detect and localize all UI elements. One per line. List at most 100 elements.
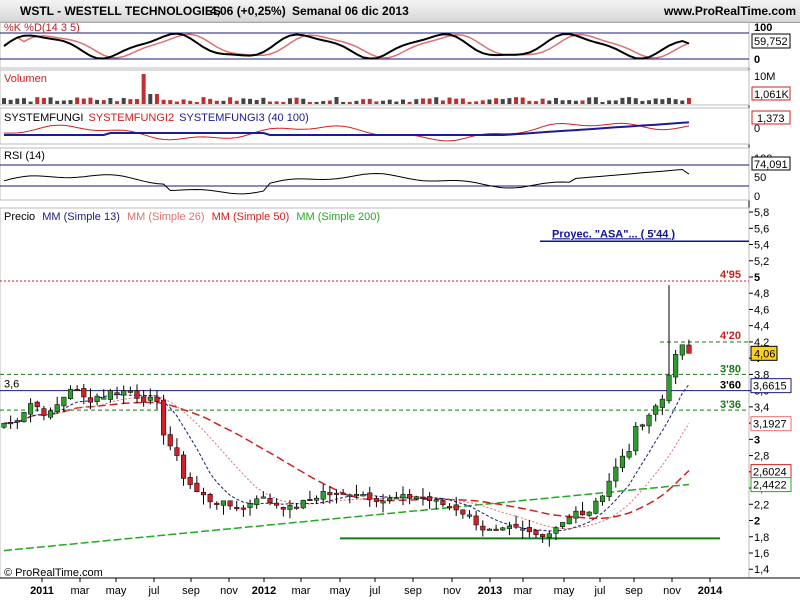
volume-bar	[660, 99, 665, 104]
candle-body	[546, 533, 552, 538]
x-tick-label: mar	[71, 585, 90, 597]
y-tick-label: 5,4	[754, 240, 769, 252]
ma13-line	[3, 383, 690, 532]
candle-body	[340, 492, 346, 495]
legend-mm50: MM (Simple 50)	[212, 211, 290, 223]
volume-bar	[454, 98, 459, 104]
candle-body	[400, 494, 406, 499]
candle-body	[127, 390, 133, 393]
candle-body	[679, 344, 685, 356]
volume-bar	[55, 100, 60, 104]
volume-bar	[593, 97, 598, 104]
y-tick-label: 5,2	[754, 256, 769, 268]
volume-bar	[573, 100, 578, 104]
y-tick-label: 3	[754, 434, 760, 446]
x-tick-label: 2011	[30, 585, 54, 597]
volume-bar	[2, 98, 6, 104]
candle-body	[613, 466, 619, 482]
candle-body	[220, 500, 226, 506]
candle-body	[466, 514, 473, 517]
volume-bar	[241, 98, 246, 104]
volume-bar	[480, 100, 485, 104]
volume-bar	[347, 101, 352, 104]
candle-body	[74, 388, 80, 391]
volume-bar	[460, 98, 465, 104]
volume-bar	[374, 101, 379, 104]
candle-body	[573, 510, 579, 519]
volume-bar	[174, 101, 179, 104]
candle-body	[1, 422, 7, 428]
candle-body	[407, 494, 413, 499]
candle-body	[287, 505, 293, 510]
rsi-level-0: 0	[754, 191, 760, 203]
x-tick-label: 2012	[252, 585, 276, 597]
x-tick-label: may	[554, 585, 575, 597]
candle-body	[94, 395, 100, 402]
legend-mm13: MM (Simple 13)	[42, 211, 120, 223]
volume-bar	[354, 100, 359, 104]
volume-bar	[48, 97, 53, 104]
volume-bar	[201, 97, 206, 104]
volume-bar	[447, 97, 452, 104]
stochastic-panel: %K %D(14 3 5) 100 0 59,752	[0, 21, 791, 69]
volume-bar	[248, 98, 253, 104]
rsi-label: RSI (14)	[4, 150, 45, 162]
candle-body	[21, 412, 27, 423]
candle-body	[353, 493, 359, 497]
volume-bar	[600, 101, 605, 104]
volume-bar	[268, 101, 272, 104]
candle-body	[593, 500, 599, 514]
y-tick-label: 1,6	[754, 548, 769, 560]
x-tick-label: nov	[663, 585, 681, 597]
systemfungi-label: SYSTEMFUNGI SYSTEMFUNGI2 SYSTEMFUNGI3 (4…	[4, 112, 309, 124]
volume-bar	[68, 100, 73, 104]
y-tick-label: 1,8	[754, 532, 769, 544]
volume-bar	[553, 98, 558, 104]
volume-bar	[367, 98, 372, 104]
candle-body	[8, 422, 14, 425]
volume-bar	[686, 97, 691, 104]
level-420-label: 4'20	[720, 330, 741, 342]
x-tick-label: may	[106, 585, 127, 597]
ma50-line	[3, 401, 690, 520]
stoch-level-100: 100	[754, 22, 772, 34]
volume-bars	[2, 74, 691, 104]
volume-label: Volumen	[4, 73, 47, 85]
volume-bar	[474, 101, 479, 104]
volume-bar	[121, 98, 126, 104]
candle-body	[121, 390, 127, 396]
volume-bar	[234, 100, 239, 104]
volume-bar	[281, 101, 286, 104]
candle-body	[659, 398, 665, 408]
candle-body	[194, 482, 200, 492]
volume-bar	[8, 99, 13, 104]
volume-bar	[168, 100, 173, 104]
candle-body	[320, 491, 326, 500]
candle-body	[61, 396, 67, 407]
legend-mm26: MM (Simple 26)	[127, 211, 205, 223]
volume-bar	[128, 99, 133, 104]
volume-bar	[228, 97, 233, 104]
x-tick-label: sep	[625, 585, 643, 597]
candle-body	[81, 388, 87, 398]
candle-body	[606, 480, 612, 497]
candle-body	[447, 506, 453, 509]
candle-body	[54, 404, 60, 413]
candle-body	[500, 527, 506, 531]
volume-bar	[381, 100, 386, 104]
systemfungi-line-1	[3, 122, 690, 142]
rsi-line	[3, 168, 690, 195]
sf-label-1: SYSTEMFUNGI	[4, 112, 83, 124]
price-legend: Precio MM (Simple 13) MM (Simple 26) MM …	[4, 211, 380, 223]
candle-body	[520, 528, 526, 531]
volume-bar	[673, 99, 678, 104]
rsi-panel: RSI (14) 100 50 0 74,091	[0, 147, 791, 203]
volume-bar	[81, 98, 86, 104]
copyright: © ProRealTime.com	[4, 567, 103, 579]
candle-body	[393, 497, 399, 500]
volume-bar	[680, 100, 685, 104]
volume-bar	[507, 98, 512, 104]
candle-body	[240, 507, 246, 510]
level-360-label: 3'60	[720, 380, 741, 392]
stoch-value: 59,752	[754, 36, 788, 48]
